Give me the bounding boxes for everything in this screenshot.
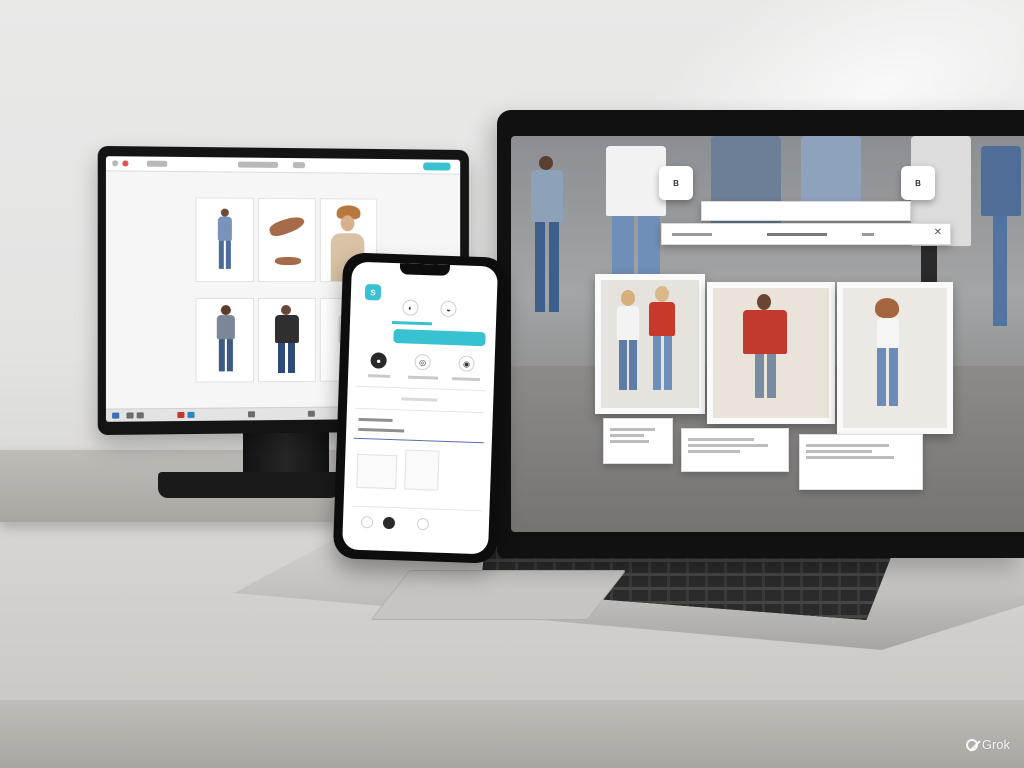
desk-front-edge xyxy=(0,700,1024,768)
taskbar-app-icon[interactable] xyxy=(136,412,144,419)
badge-label: B xyxy=(915,178,921,188)
app-logo[interactable]: S xyxy=(364,284,382,301)
app-logo-label: S xyxy=(370,287,376,297)
cart-icon[interactable] xyxy=(416,517,430,531)
list-item[interactable] xyxy=(358,427,405,433)
product-thumb[interactable] xyxy=(356,453,398,490)
browser-close-icon[interactable] xyxy=(122,160,129,167)
product-caption[interactable] xyxy=(681,428,789,472)
primary-action-button[interactable] xyxy=(393,329,486,347)
product-tile[interactable] xyxy=(258,197,316,283)
account-icon[interactable] xyxy=(382,516,396,530)
watermark-text: Grok xyxy=(981,737,1010,752)
product-tile[interactable] xyxy=(258,297,316,383)
laptop: B B ✕ xyxy=(497,110,1024,558)
tab-indicator xyxy=(391,320,432,326)
bag-icon[interactable]: ◒ xyxy=(440,300,457,318)
phone-screen: S ◐ ◒ ● ◎ ◉ xyxy=(342,261,498,555)
search-card[interactable] xyxy=(701,201,911,221)
profile-icon[interactable]: ◐ xyxy=(402,299,419,316)
monitor-stand-base xyxy=(158,472,340,498)
divider xyxy=(354,407,485,414)
laptop-screen: B B ✕ xyxy=(511,136,1024,532)
product-card[interactable] xyxy=(707,282,835,424)
search-icon[interactable]: ◎ xyxy=(414,353,431,371)
badge-label: B xyxy=(673,178,679,188)
taskbar-app-icon[interactable] xyxy=(187,411,195,418)
filter-bar[interactable]: ✕ xyxy=(661,223,951,245)
laptop-trackpad[interactable] xyxy=(370,570,627,620)
product-photo xyxy=(843,288,947,428)
grok-logo-icon xyxy=(965,738,978,751)
product-photo xyxy=(601,280,699,408)
product-thumb[interactable] xyxy=(404,449,440,491)
product-tile[interactable] xyxy=(195,197,254,282)
close-icon[interactable]: ✕ xyxy=(934,227,942,238)
taskbar-app-icon[interactable] xyxy=(247,411,256,418)
filter-icon[interactable]: ◉ xyxy=(458,355,475,372)
product-item xyxy=(275,256,301,266)
product-card[interactable] xyxy=(837,282,953,434)
product-caption[interactable] xyxy=(799,434,923,490)
accent-button[interactable] xyxy=(423,162,451,171)
nav-bar[interactable] xyxy=(237,161,279,168)
divider xyxy=(353,437,484,444)
category-badge[interactable]: B xyxy=(901,166,935,200)
taskbar-app-icon[interactable] xyxy=(177,411,185,419)
taskbar-app-icon[interactable] xyxy=(126,412,134,419)
phone-notch xyxy=(399,263,451,276)
product-caption[interactable] xyxy=(603,418,673,464)
start-icon[interactable] xyxy=(112,412,120,419)
divider xyxy=(355,385,486,392)
product-card[interactable] xyxy=(595,274,705,414)
divider xyxy=(351,505,482,512)
watermark: Grok xyxy=(965,737,1010,752)
smartphone: S ◐ ◒ ● ◎ ◉ xyxy=(332,252,508,564)
browser-toolbar[interactable] xyxy=(105,156,461,175)
product-photo xyxy=(713,288,829,418)
home-icon[interactable] xyxy=(360,516,374,529)
product-item xyxy=(267,213,307,239)
list-item[interactable] xyxy=(358,417,393,423)
nav-item[interactable] xyxy=(292,162,305,169)
browser-dot-icon[interactable] xyxy=(112,160,119,167)
chat-icon[interactable]: ● xyxy=(370,352,387,369)
product-tile[interactable] xyxy=(195,298,254,383)
address-bar[interactable] xyxy=(146,160,168,167)
category-badge[interactable]: B xyxy=(659,166,693,200)
taskbar-app-icon[interactable] xyxy=(307,410,315,417)
